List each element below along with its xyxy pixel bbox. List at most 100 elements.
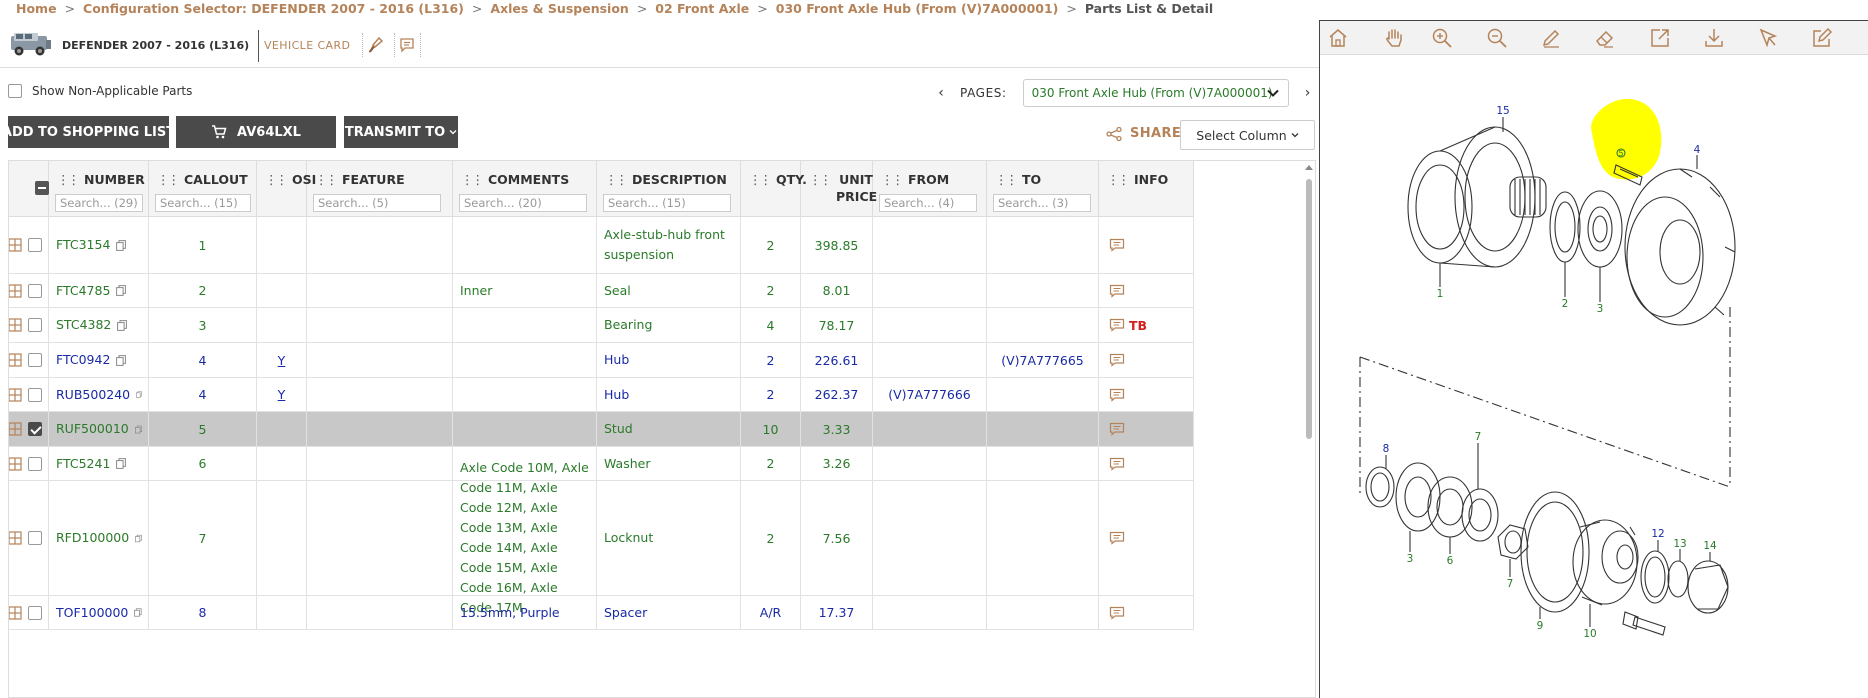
annotate-button[interactable] — [1539, 26, 1563, 50]
comment-icon[interactable] — [1109, 531, 1125, 545]
comment-icon[interactable] — [1109, 606, 1125, 620]
column-number[interactable]: ⋮⋮ NUMBER Search... (29) — [49, 161, 149, 217]
callout-4[interactable]: 4 — [1694, 144, 1701, 156]
part-number-link[interactable]: RUF500010 — [56, 419, 129, 439]
column-from[interactable]: ⋮⋮ FROM Search... (4) — [873, 161, 987, 217]
table-row[interactable]: FTC3154 1 Axle-stub-hub front suspension 2 3… — [9, 217, 1194, 274]
expand-grid-icon[interactable] — [8, 422, 22, 436]
expand-grid-icon[interactable] — [8, 456, 22, 471]
part-9-gasket[interactable] — [1520, 491, 1590, 613]
cart-button[interactable]: AV64LXL — [176, 116, 336, 148]
row-checkbox[interactable] — [28, 387, 42, 402]
expand-grid-icon[interactable] — [8, 353, 22, 367]
part-8-ring[interactable] — [1365, 466, 1395, 508]
column-feature[interactable]: ⋮⋮ FEATURE Search... (5) — [307, 161, 453, 217]
part-number-link[interactable]: RUB500240 — [56, 385, 130, 405]
copy-icon[interactable] — [116, 354, 127, 366]
comment-icon[interactable] — [1109, 238, 1125, 252]
zoom-in-button[interactable] — [1430, 26, 1454, 50]
part-number-link[interactable]: STC4382 — [56, 315, 111, 335]
callout-13[interactable]: 13 — [1673, 538, 1686, 550]
table-row[interactable]: FTC5241 6 Washer 2 3.26 — [9, 447, 1194, 481]
part-number-link[interactable]: FTC4785 — [56, 281, 110, 301]
column-description[interactable]: ⋮⋮ DESCRIPTION Search... (15) — [597, 161, 741, 217]
callout-filter[interactable]: Search... (15) — [155, 194, 251, 212]
copy-icon[interactable] — [116, 458, 127, 469]
select-all-checkbox[interactable] — [35, 181, 49, 195]
vehicle-card-link[interactable]: VEHICLE CARD — [264, 39, 350, 52]
callout-10[interactable]: 10 — [1583, 628, 1596, 640]
callout-1[interactable]: 1 — [1437, 288, 1444, 300]
table-row[interactable]: TOF100000 8 15.5mm, Purple Spacer A/R 17.37 — [9, 596, 1194, 630]
callout-14[interactable]: 14 — [1703, 540, 1717, 552]
row-checkbox[interactable] — [28, 422, 42, 436]
comment-icon[interactable] — [1109, 388, 1125, 402]
zoom-out-button[interactable] — [1485, 26, 1509, 50]
copy-icon[interactable] — [135, 533, 142, 544]
show-non-applicable-toggle[interactable]: Show Non-Applicable Parts — [8, 84, 192, 98]
row-checkbox[interactable] — [28, 456, 42, 471]
osi-link[interactable]: Y — [278, 387, 286, 402]
part-13-spacer[interactable] — [1667, 560, 1689, 598]
comment-icon[interactable] — [1109, 353, 1125, 367]
table-row[interactable]: FTC0942 4 Y Hub 2 226.61 (V)7A777665 — [9, 343, 1194, 378]
expand-grid-icon[interactable] — [8, 605, 22, 620]
eraser-button[interactable] — [1593, 26, 1617, 50]
copy-icon[interactable] — [136, 389, 142, 400]
row-checkbox[interactable] — [28, 353, 42, 367]
scrollbar-thumb[interactable] — [1306, 179, 1312, 439]
osi-link[interactable]: Y — [278, 353, 286, 368]
part-3-lower-bearing[interactable] — [1395, 462, 1441, 532]
column-qty[interactable]: ⋮⋮ QTY. — [741, 161, 807, 217]
number-filter[interactable]: Search... (29) — [55, 194, 143, 212]
comment-icon[interactable] — [1109, 318, 1125, 332]
part-7-locknut[interactable] — [1461, 488, 1499, 542]
table-row[interactable]: FTC4785 2 Inner Seal 2 8.01 — [9, 274, 1194, 308]
table-row[interactable]: RFD100000 7 Axle Code 10M, Axle Code 11M, … — [9, 460, 1194, 615]
select-column-dropdown[interactable]: Select Column — [1180, 120, 1315, 150]
copy-icon[interactable] — [116, 239, 127, 251]
expand-grid-icon[interactable] — [8, 238, 22, 252]
table-row[interactable]: RUB500240 4 Y Hub 2 262.37 (V)7A777666 — [9, 378, 1194, 412]
table-row[interactable]: STC4382 3 Bearing 4 78.17 TB — [9, 308, 1194, 343]
part-6-washer[interactable] — [1427, 476, 1473, 538]
comments-filter[interactable]: Search... (20) — [459, 194, 587, 212]
part-11-bolt[interactable] — [1622, 611, 1666, 636]
column-to[interactable]: ⋮⋮ TO Search... (3) — [987, 161, 1099, 217]
exploded-parts-diagram[interactable]: 15 4 5 1 2 3 8 7 3 6 7 9 10 12 13 14 — [1320, 57, 1868, 698]
home-view-button[interactable] — [1326, 26, 1350, 50]
table-row[interactable]: RUF500010 5 Stud 10 3.33 — [9, 412, 1194, 447]
callout-3[interactable]: 3 — [1597, 303, 1604, 315]
column-unit-price[interactable]: ⋮⋮ UNIT PRICE — [801, 161, 877, 217]
part-number-link[interactable]: FTC3154 — [56, 235, 110, 255]
description-filter[interactable]: Search... (15) — [603, 194, 731, 212]
row-checkbox[interactable] — [28, 605, 42, 620]
comment-icon[interactable] — [1109, 422, 1125, 436]
row-checkbox[interactable] — [28, 283, 42, 298]
column-callout[interactable]: ⋮⋮ CALLOUT Search... (15) — [149, 161, 257, 217]
breadcrumb-axles-suspension[interactable]: Axles & Suspension — [490, 1, 628, 16]
column-osi[interactable]: ⋮⋮ OSI — [257, 161, 316, 217]
comment-icon[interactable] — [1109, 284, 1125, 298]
show-non-applicable-checkbox[interactable] — [8, 84, 22, 98]
breadcrumb-configuration-selector[interactable]: Configuration Selector: DEFENDER 2007 - … — [83, 1, 464, 16]
row-checkbox[interactable] — [28, 238, 42, 252]
table-scrollbar[interactable] — [1304, 163, 1314, 697]
part-number-link[interactable]: FTC0942 — [56, 350, 110, 370]
callout-2[interactable]: 2 — [1562, 298, 1569, 310]
callout-8[interactable]: 8 — [1383, 443, 1390, 455]
column-info[interactable]: ⋮⋮ INFO — [1099, 161, 1194, 217]
copy-icon[interactable] — [134, 607, 142, 618]
pan-button[interactable] — [1382, 26, 1406, 50]
row-checkbox[interactable] — [28, 318, 42, 332]
transmit-to-button[interactable]: TRANSMIT TO — [344, 116, 458, 148]
row-checkbox[interactable] — [28, 531, 42, 545]
breadcrumb-front-axle[interactable]: 02 Front Axle — [655, 1, 749, 16]
from-filter[interactable]: Search... (4) — [879, 194, 977, 212]
edit-button[interactable] — [1810, 26, 1834, 50]
callout-5[interactable]: 5 — [1618, 149, 1623, 158]
add-to-shopping-list-button[interactable]: ADD TO SHOPPING LIST — [2, 116, 175, 148]
callout-6[interactable]: 6 — [1447, 555, 1454, 567]
expand-grid-icon[interactable] — [8, 318, 22, 332]
part-number-link[interactable]: TOF100000 — [56, 603, 128, 623]
